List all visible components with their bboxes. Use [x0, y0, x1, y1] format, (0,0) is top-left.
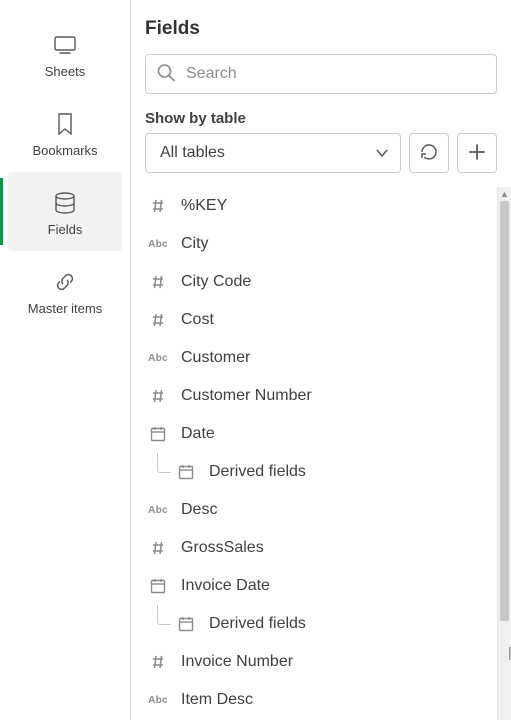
- fields-list-wrap: %KEY Abc City City Code Cost Abc Customer Custo…: [145, 187, 511, 720]
- field-label: Derived fields: [209, 615, 306, 633]
- text-type-icon: Abc: [145, 695, 171, 706]
- table-select-value: All tables: [160, 144, 225, 162]
- field-label: Customer Number: [181, 387, 312, 405]
- field-row[interactable]: Invoice Number: [145, 643, 493, 681]
- refresh-icon: [419, 142, 439, 165]
- field-row[interactable]: Cost: [145, 301, 493, 339]
- sidebar: Sheets Bookmarks Fields Master items: [0, 0, 131, 720]
- tree-branch: [157, 453, 171, 473]
- field-label: Invoice Date: [181, 577, 270, 595]
- sidebar-item-fields[interactable]: Fields: [8, 172, 122, 251]
- field-row[interactable]: City Code: [145, 263, 493, 301]
- sidebar-item-master-items[interactable]: Master items: [0, 251, 130, 330]
- scrollbar-thumb[interactable]: [500, 201, 509, 621]
- table-select-wrap: All tables: [145, 133, 401, 173]
- num-type-icon: [145, 540, 171, 556]
- field-label: City: [181, 235, 209, 253]
- field-row[interactable]: Derived fields: [145, 605, 493, 643]
- showby-label: Show by table: [145, 110, 497, 127]
- chevron-down-icon: [375, 145, 389, 161]
- database-icon: [54, 190, 76, 216]
- add-button[interactable]: [457, 133, 497, 173]
- field-row[interactable]: Abc Item Desc: [145, 681, 493, 719]
- field-label: GrossSales: [181, 539, 264, 557]
- field-label: Desc: [181, 501, 217, 519]
- plus-icon: [468, 143, 486, 164]
- bookmark-icon: [57, 111, 73, 137]
- num-type-icon: [145, 654, 171, 670]
- num-type-icon: [145, 274, 171, 290]
- sidebar-item-label: Fields: [48, 222, 83, 237]
- tree-branch: [157, 605, 171, 625]
- field-row[interactable]: Date: [145, 415, 493, 453]
- fields-list: %KEY Abc City City Code Cost Abc Customer Custo…: [145, 187, 497, 720]
- field-row[interactable]: Abc Customer: [145, 339, 493, 377]
- field-label: %KEY: [181, 197, 227, 215]
- field-label: Cost: [181, 311, 214, 329]
- date-type-icon: [173, 616, 199, 632]
- num-type-icon: [145, 312, 171, 328]
- field-label: Customer: [181, 349, 250, 367]
- field-row[interactable]: %KEY: [145, 187, 493, 225]
- sheets-icon: [54, 32, 76, 58]
- search-input[interactable]: [145, 54, 497, 94]
- sidebar-item-sheets[interactable]: Sheets: [0, 14, 130, 93]
- text-type-icon: Abc: [145, 239, 171, 250]
- field-label: Invoice Number: [181, 653, 293, 671]
- sidebar-item-label: Sheets: [45, 64, 85, 79]
- sidebar-item-label: Master items: [28, 301, 102, 316]
- field-label: City Code: [181, 273, 251, 291]
- field-row[interactable]: Derived fields: [145, 453, 493, 491]
- field-row[interactable]: Invoice Date: [145, 567, 493, 605]
- search-wrap: [145, 54, 497, 94]
- num-type-icon: [145, 388, 171, 404]
- field-row[interactable]: Abc City: [145, 225, 493, 263]
- field-row[interactable]: Customer Number: [145, 377, 493, 415]
- field-label: Item Desc: [181, 691, 253, 709]
- field-row[interactable]: Abc Desc: [145, 491, 493, 529]
- field-label: Derived fields: [209, 463, 306, 481]
- date-type-icon: [145, 426, 171, 442]
- text-type-icon: Abc: [145, 353, 171, 364]
- refresh-button[interactable]: [409, 133, 449, 173]
- main-panel: Fields Show by table All tables: [131, 0, 511, 720]
- table-select[interactable]: All tables: [145, 133, 401, 173]
- date-type-icon: [173, 464, 199, 480]
- scroll-up-icon: ▲: [498, 187, 511, 201]
- sidebar-item-label: Bookmarks: [32, 143, 97, 158]
- link-icon: [54, 269, 76, 295]
- panel-title: Fields: [145, 18, 497, 40]
- sidebar-item-bookmarks[interactable]: Bookmarks: [0, 93, 130, 172]
- field-row[interactable]: GrossSales: [145, 529, 493, 567]
- text-type-icon: Abc: [145, 505, 171, 516]
- toolbar-row: All tables: [145, 133, 497, 173]
- search-icon: [157, 64, 175, 85]
- date-type-icon: [145, 578, 171, 594]
- num-type-icon: [145, 198, 171, 214]
- field-label: Date: [181, 425, 215, 443]
- scrollbar[interactable]: ▲: [497, 187, 511, 720]
